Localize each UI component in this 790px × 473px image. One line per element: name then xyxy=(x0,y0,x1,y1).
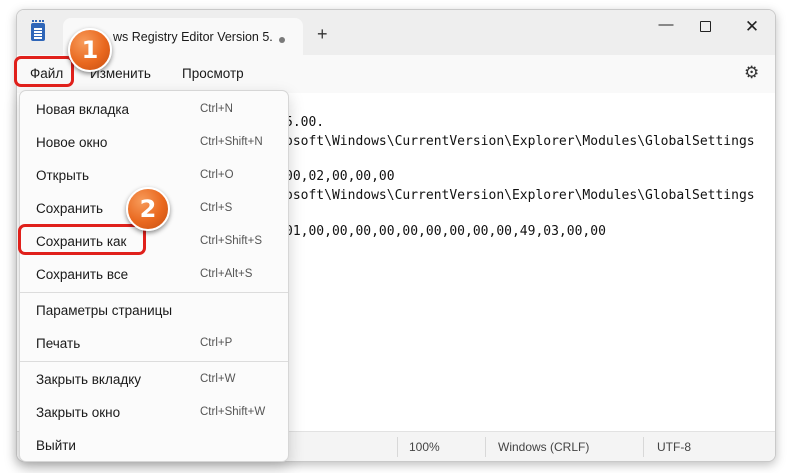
menu-item-shortcut: Ctrl+Shift+N xyxy=(200,136,263,148)
notepad-app-icon xyxy=(31,20,45,41)
menu-item-page-setup[interactable]: Параметры страницы xyxy=(20,295,288,325)
menu-item-save-all[interactable]: Сохранить все Ctrl+Alt+S xyxy=(20,259,288,289)
menu-item-shortcut: Ctrl+N xyxy=(200,103,233,115)
menu-item-label: Закрыть окно xyxy=(36,405,121,420)
editor-line: osoft\Windows\CurrentVersion\Explorer\Mo… xyxy=(285,188,755,203)
status-line-ending[interactable]: Windows (CRLF) xyxy=(498,440,589,454)
status-divider xyxy=(485,437,486,457)
file-menu-dropdown: Новая вкладка Ctrl+N Новое окно Ctrl+Shi… xyxy=(19,90,289,462)
menu-bar: Файл Изменить Просмотр ⚙ xyxy=(17,55,775,93)
menu-item-shortcut: Ctrl+Shift+S xyxy=(200,235,262,247)
new-tab-button[interactable]: + xyxy=(317,25,328,43)
maximize-icon xyxy=(699,21,711,32)
status-zoom[interactable]: 100% xyxy=(409,440,440,454)
menu-item-label: Выйти xyxy=(36,438,76,453)
menu-item-print[interactable]: Печать Ctrl+P xyxy=(20,328,288,358)
tab-title: ws Registry Editor Version 5. xyxy=(113,30,273,44)
editor-line: 00,02,00,00,00 xyxy=(285,169,395,184)
menu-item-shortcut: Ctrl+O xyxy=(200,169,234,181)
menu-item-label: Закрыть вкладку xyxy=(36,372,142,387)
menu-item-open[interactable]: Открыть Ctrl+O xyxy=(20,160,288,190)
status-encoding[interactable]: UTF-8 xyxy=(657,440,691,454)
menu-item-label: Сохранить все xyxy=(36,267,129,282)
step-1-badge: 1 xyxy=(68,28,112,72)
menu-separator xyxy=(20,361,288,362)
menu-item-close-tab[interactable]: Закрыть вкладку Ctrl+W xyxy=(20,364,288,394)
highlight-save-as xyxy=(18,224,146,255)
editor-line: 5.00. xyxy=(285,115,325,130)
menu-view[interactable]: Просмотр xyxy=(182,66,244,81)
menu-item-new-window[interactable]: Новое окно Ctrl+Shift+N xyxy=(20,127,288,157)
menu-item-shortcut: Ctrl+Shift+W xyxy=(200,406,266,418)
menu-item-label: Сохранить xyxy=(36,201,104,216)
unsaved-dot-icon[interactable] xyxy=(279,37,285,43)
menu-separator xyxy=(20,292,288,293)
menu-item-shortcut: Ctrl+S xyxy=(200,202,233,214)
maximize-button[interactable] xyxy=(690,19,720,36)
menu-item-exit[interactable]: Выйти xyxy=(20,430,288,460)
menu-item-label: Печать xyxy=(36,336,81,351)
menu-item-shortcut: Ctrl+P xyxy=(200,337,233,349)
editor-line: 01,00,00,00,00,00,00,00,00,00,49,03,00,0… xyxy=(285,224,606,239)
step-2-badge: 2 xyxy=(126,187,170,231)
menu-item-shortcut: Ctrl+Alt+S xyxy=(200,268,253,280)
editor-line: osoft\Windows\CurrentVersion\Explorer\Mo… xyxy=(285,134,755,149)
menu-item-label: Новая вкладка xyxy=(36,102,130,117)
title-bar: ws Registry Editor Version 5. + — ✕ xyxy=(17,10,775,55)
menu-item-label: Параметры страницы xyxy=(36,303,173,318)
menu-item-label: Новое окно xyxy=(36,135,108,150)
status-divider xyxy=(397,437,398,457)
menu-item-new-tab[interactable]: Новая вкладка Ctrl+N xyxy=(20,94,288,124)
status-divider xyxy=(643,437,644,457)
highlight-file-menu xyxy=(14,56,74,87)
minimize-button[interactable]: — xyxy=(651,16,681,33)
settings-gear-icon[interactable]: ⚙ xyxy=(744,63,759,83)
menu-item-label: Открыть xyxy=(36,168,90,183)
menu-item-shortcut: Ctrl+W xyxy=(200,373,236,385)
menu-item-close-window[interactable]: Закрыть окно Ctrl+Shift+W xyxy=(20,397,288,427)
close-button[interactable]: ✕ xyxy=(737,17,767,37)
